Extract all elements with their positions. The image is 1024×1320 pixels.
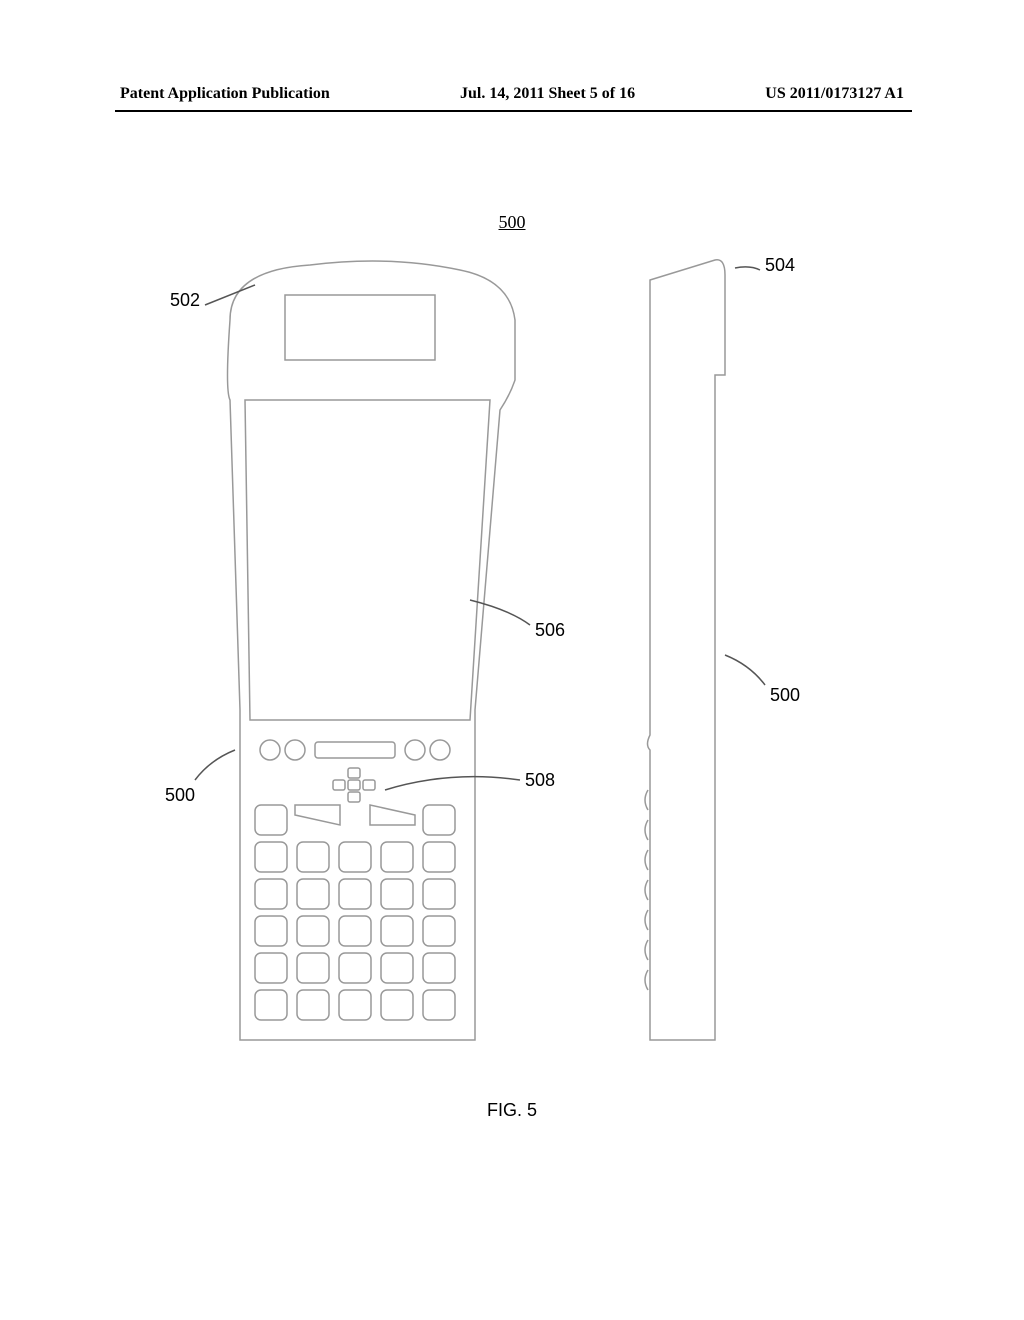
header-right: US 2011/0173127 A1	[765, 85, 904, 103]
figure-caption: FIG. 5	[487, 1100, 537, 1121]
ref-500-right: 500	[770, 685, 800, 706]
header-rule	[115, 110, 912, 112]
page-header: Patent Application Publication Jul. 14, …	[0, 85, 1024, 103]
figure-title: 500	[499, 212, 526, 233]
ref-506: 506	[535, 620, 565, 641]
ref-504: 504	[765, 255, 795, 276]
header-center: Jul. 14, 2011 Sheet 5 of 16	[460, 85, 635, 103]
patent-drawing: 502 504 506 500 500 508	[170, 250, 870, 1070]
header-left: Patent Application Publication	[120, 85, 330, 103]
ref-508: 508	[525, 770, 555, 791]
ref-502: 502	[170, 290, 200, 311]
ref-500-left: 500	[165, 785, 195, 806]
